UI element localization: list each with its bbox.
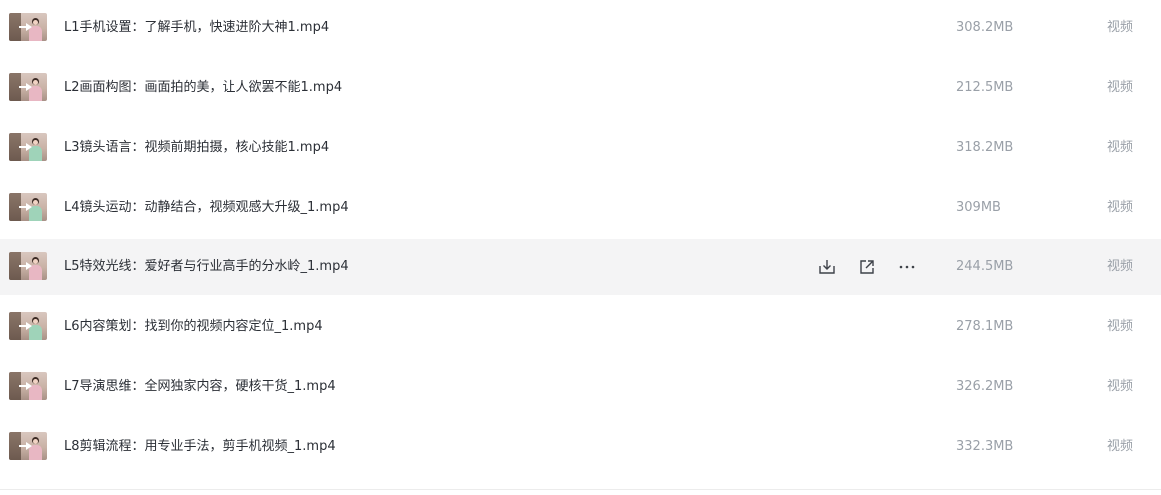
file-name[interactable]: L7导演思维：全网独家内容，硬核干货_1.mp4 (64, 359, 336, 415)
file-row[interactable]: L6内容策划：找到你的视频内容定位_1.mp4 278.1MB 视频 (0, 299, 1161, 355)
download-icon[interactable] (817, 257, 837, 277)
video-thumbnail-icon[interactable] (9, 193, 47, 221)
file-name[interactable]: L1手机设置：了解手机，快速进阶大神1.mp4 (64, 0, 329, 56)
file-row[interactable]: L4镜头运动：动静结合，视频观感大升级_1.mp4 309MB 视频 (0, 180, 1161, 236)
file-type: 视频 (1107, 200, 1134, 215)
list-divider (0, 489, 1161, 490)
file-type: 视频 (1107, 80, 1134, 95)
file-size: 309MB (956, 200, 1001, 215)
file-type: 视频 (1107, 439, 1134, 454)
file-size: 278.1MB (956, 319, 1014, 334)
file-type: 视频 (1107, 319, 1134, 334)
file-type: 视频 (1107, 20, 1134, 35)
file-name[interactable]: L2画面构图：画面拍的美，让人欲罢不能1.mp4 (64, 60, 342, 116)
video-thumbnail-icon[interactable] (9, 372, 47, 400)
file-name[interactable]: L5特效光线：爱好者与行业高手的分水岭_1.mp4 (64, 239, 349, 295)
file-size: 212.5MB (956, 80, 1014, 95)
file-row-hovered[interactable]: L5特效光线：爱好者与行业高手的分水岭_1.mp4 244.5MB 视频 (0, 239, 1161, 295)
file-size: 318.2MB (956, 140, 1014, 155)
video-thumbnail-icon[interactable] (9, 432, 47, 460)
video-thumbnail-icon[interactable] (9, 73, 47, 101)
video-thumbnail-icon[interactable] (9, 252, 47, 280)
file-type: 视频 (1107, 140, 1134, 155)
file-name[interactable]: L4镜头运动：动静结合，视频观感大升级_1.mp4 (64, 180, 349, 236)
video-thumbnail-icon[interactable] (9, 13, 47, 41)
file-type: 视频 (1107, 379, 1134, 394)
more-icon[interactable] (897, 257, 917, 277)
file-name[interactable]: L6内容策划：找到你的视频内容定位_1.mp4 (64, 299, 323, 355)
file-row[interactable]: L8剪辑流程：用专业手法，剪手机视频_1.mp4 332.3MB 视频 (0, 419, 1161, 475)
file-size: 244.5MB (956, 259, 1014, 274)
file-row[interactable]: L7导演思维：全网独家内容，硬核干货_1.mp4 326.2MB 视频 (0, 359, 1161, 415)
file-list: L1手机设置：了解手机，快速进阶大神1.mp4 308.2MB 视频 L2画面构… (0, 0, 1161, 495)
video-thumbnail-icon[interactable] (9, 133, 47, 161)
file-size: 332.3MB (956, 439, 1014, 454)
file-row[interactable]: L1手机设置：了解手机，快速进阶大神1.mp4 308.2MB 视频 (0, 0, 1161, 56)
share-icon[interactable] (857, 257, 877, 277)
file-name[interactable]: L8剪辑流程：用专业手法，剪手机视频_1.mp4 (64, 419, 336, 475)
video-thumbnail-icon[interactable] (9, 312, 47, 340)
file-size: 308.2MB (956, 20, 1014, 35)
file-row[interactable]: L3镜头语言：视频前期拍摄，核心技能1.mp4 318.2MB 视频 (0, 120, 1161, 176)
file-row[interactable]: L2画面构图：画面拍的美，让人欲罢不能1.mp4 212.5MB 视频 (0, 60, 1161, 116)
file-size: 326.2MB (956, 379, 1014, 394)
file-name[interactable]: L3镜头语言：视频前期拍摄，核心技能1.mp4 (64, 120, 329, 176)
file-type: 视频 (1107, 259, 1134, 274)
